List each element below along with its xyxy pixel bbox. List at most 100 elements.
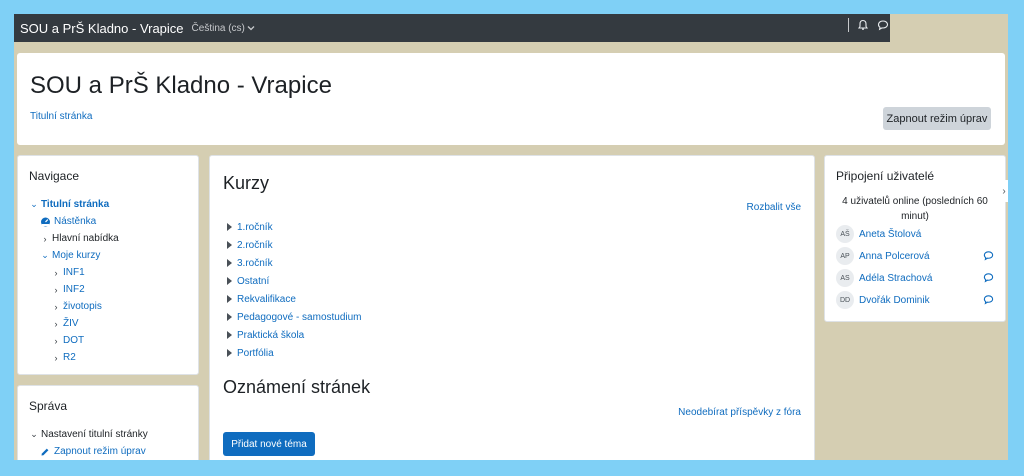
administration-title: Správa xyxy=(29,399,68,413)
expand-all-link[interactable]: Rozbalit vše xyxy=(747,202,801,213)
course-category[interactable]: 1.ročník xyxy=(227,218,362,236)
chevron-right-icon[interactable]: › xyxy=(51,353,61,363)
chat-icon[interactable] xyxy=(877,19,889,31)
online-user: AP Anna Polcerová xyxy=(836,245,994,267)
chevron-down-icon[interactable]: ⌄ xyxy=(40,250,50,261)
nav-item-label[interactable]: ŽIV xyxy=(63,318,79,329)
caret-right-icon[interactable] xyxy=(227,241,232,249)
unsubscribe-forum-link[interactable]: Neodebírat příspěvky z fóra xyxy=(678,407,801,418)
avatar: AS xyxy=(836,269,854,287)
chevron-down-icon[interactable]: ⌄ xyxy=(29,429,39,440)
message-icon[interactable] xyxy=(983,250,994,261)
message-icon[interactable] xyxy=(983,272,994,283)
chevron-down-icon xyxy=(247,26,255,31)
nav-item-label[interactable]: INF2 xyxy=(63,284,85,295)
caret-right-icon[interactable] xyxy=(227,277,232,285)
site-name[interactable]: SOU a PrŠ Kladno - Vrapice xyxy=(20,21,184,36)
nav-item-course[interactable]: › INF1 xyxy=(29,264,194,281)
site-news-title: Oznámení stránek xyxy=(223,377,371,397)
online-users-list: AŠ Aneta Štolová AP Anna Polcerová AS Ad… xyxy=(836,223,994,311)
online-users-info: 4 uživatelů online (posledních 60 minut) xyxy=(842,196,988,222)
breadcrumb-home[interactable]: Titulní stránka xyxy=(30,111,92,122)
add-new-topic-button[interactable]: Přidat nové téma xyxy=(223,432,315,456)
online-users-block: Připojení uživatelé 4 uživatelů online (… xyxy=(824,155,1006,322)
course-category[interactable]: 3.ročník xyxy=(227,254,362,272)
chevron-right-icon[interactable]: › xyxy=(51,302,61,312)
nav-item-label[interactable]: Nástěnka xyxy=(54,216,96,227)
nav-item-course[interactable]: › R2 xyxy=(29,349,194,366)
nav-item-label[interactable]: Hlavní nabídka xyxy=(52,233,119,244)
block-drawer-toggle[interactable]: › xyxy=(1000,180,1008,202)
chevron-right-icon[interactable]: › xyxy=(51,336,61,346)
course-category[interactable]: 2.ročník xyxy=(227,236,362,254)
chevron-down-icon[interactable]: ⌄ xyxy=(29,199,39,210)
admin-item-edit-mode[interactable]: Zapnout režim úprav xyxy=(29,443,194,460)
online-user: AS Adéla Strachová xyxy=(836,267,994,289)
nav-item-my-courses[interactable]: ⌄ Moje kurzy xyxy=(29,247,194,264)
navbar-divider xyxy=(848,18,849,32)
page-header: SOU a PrŠ Kladno - Vrapice Titulní strán… xyxy=(17,53,1005,145)
top-navbar: SOU a PrŠ Kladno - Vrapice Čeština (cs) xyxy=(14,14,890,42)
dashboard-icon xyxy=(40,216,51,227)
avatar: AP xyxy=(836,247,854,265)
main-content: Kurzy Rozbalit vše 1.ročník 2.ročník 3.r… xyxy=(209,155,815,460)
nav-item-course[interactable]: › ŽIV xyxy=(29,315,194,332)
category-link[interactable]: 2.ročník xyxy=(237,240,273,251)
user-name-link[interactable]: Dvořák Dominik xyxy=(859,295,930,306)
nav-item-label[interactable]: R2 xyxy=(63,352,76,363)
category-link[interactable]: Pedagogové - samostudium xyxy=(237,312,362,323)
nav-item-course[interactable]: › životopis xyxy=(29,298,194,315)
bell-icon[interactable] xyxy=(857,19,869,31)
admin-item-frontpage-settings[interactable]: ⌄ Nastavení titulní stránky xyxy=(29,426,194,443)
admin-item-label[interactable]: Zapnout režim úprav xyxy=(54,446,146,457)
online-user: AŠ Aneta Štolová xyxy=(836,223,994,245)
nav-item-dashboard[interactable]: Nástěnka xyxy=(29,213,194,230)
category-link[interactable]: 1.ročník xyxy=(237,222,273,233)
page-title: SOU a PrŠ Kladno - Vrapice xyxy=(30,72,332,99)
caret-right-icon[interactable] xyxy=(227,259,232,267)
category-link[interactable]: 3.ročník xyxy=(237,258,273,269)
chevron-right-icon: › xyxy=(1002,185,1006,197)
category-link[interactable]: Ostatní xyxy=(237,276,269,287)
message-icon[interactable] xyxy=(983,294,994,305)
nav-item-label[interactable]: Moje kurzy xyxy=(52,250,100,261)
chevron-right-icon[interactable]: › xyxy=(51,268,61,278)
chevron-right-icon[interactable]: › xyxy=(51,319,61,329)
nav-item-main-menu[interactable]: › Hlavní nabídka xyxy=(29,230,194,247)
navigation-block: Navigace ⌄ Titulní stránka Nástěnka › Hl… xyxy=(17,155,199,375)
chevron-right-icon[interactable]: › xyxy=(51,285,61,295)
caret-right-icon[interactable] xyxy=(227,223,232,231)
nav-item-home[interactable]: ⌄ Titulní stránka xyxy=(29,196,194,213)
nav-item-course[interactable]: › INF2 xyxy=(29,281,194,298)
admin-item-label[interactable]: Nastavení titulní stránky xyxy=(41,429,148,440)
nav-item-label[interactable]: DOT xyxy=(63,335,84,346)
user-name-link[interactable]: Anna Polcerová xyxy=(859,251,930,262)
course-category[interactable]: Rekvalifikace xyxy=(227,290,362,308)
online-users-title: Připojení uživatelé xyxy=(836,169,935,183)
course-category[interactable]: Pedagogové - samostudium xyxy=(227,308,362,326)
category-link[interactable]: Rekvalifikace xyxy=(237,294,296,305)
language-menu[interactable]: Čeština (cs) xyxy=(192,23,255,34)
nav-item-course[interactable]: › DOT xyxy=(29,332,194,349)
caret-right-icon[interactable] xyxy=(227,313,232,321)
avatar: AŠ xyxy=(836,225,854,243)
user-name-link[interactable]: Adéla Strachová xyxy=(859,273,932,284)
page-frame: SOU a PrŠ Kladno - Vrapice Čeština (cs) … xyxy=(14,14,1008,460)
nav-item-label[interactable]: INF1 xyxy=(63,267,85,278)
edit-mode-button[interactable]: Zapnout režim úprav xyxy=(883,107,991,130)
course-category[interactable]: Praktická škola xyxy=(227,326,362,344)
caret-right-icon[interactable] xyxy=(227,349,232,357)
nav-item-label[interactable]: životopis xyxy=(63,301,102,312)
caret-right-icon[interactable] xyxy=(227,295,232,303)
courses-title: Kurzy xyxy=(223,173,270,193)
navbar-actions xyxy=(848,18,889,32)
user-name-link[interactable]: Aneta Štolová xyxy=(859,229,921,240)
administration-tree: ⌄ Nastavení titulní stránky Zapnout reži… xyxy=(29,426,194,460)
chevron-right-icon[interactable]: › xyxy=(40,234,50,244)
category-link[interactable]: Portfólia xyxy=(237,348,274,359)
course-category[interactable]: Portfólia xyxy=(227,344,362,362)
category-link[interactable]: Praktická škola xyxy=(237,330,304,341)
caret-right-icon[interactable] xyxy=(227,331,232,339)
nav-item-label[interactable]: Titulní stránka xyxy=(41,199,109,210)
course-category[interactable]: Ostatní xyxy=(227,272,362,290)
